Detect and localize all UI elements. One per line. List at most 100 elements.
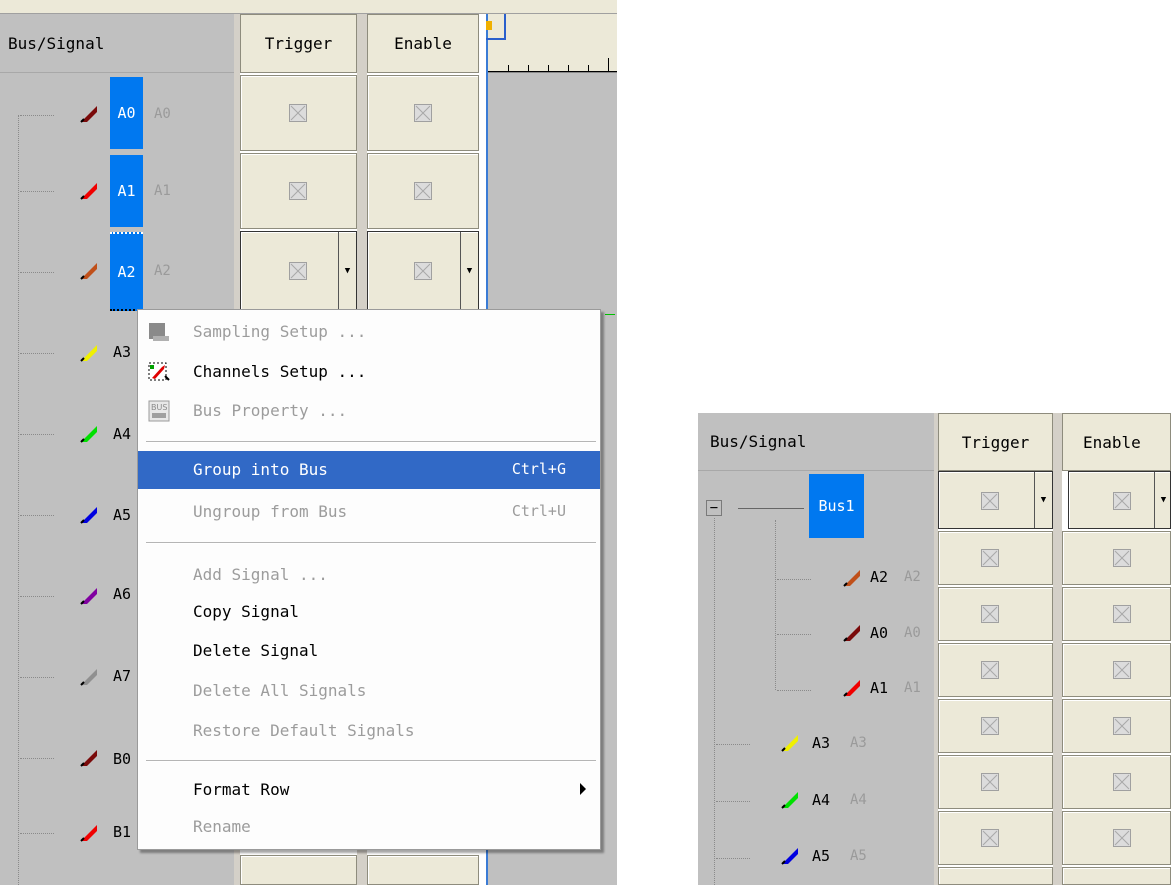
enable-cell[interactable]	[1062, 811, 1171, 865]
dropdown-arrow-icon[interactable]: ▼	[1034, 472, 1052, 528]
signal-name[interactable]: B0	[113, 750, 131, 768]
menu-item-channels-setup[interactable]: Channels Setup ...	[138, 353, 600, 391]
menu-item-sampling-setup[interactable]: Sampling Setup ...	[138, 313, 600, 351]
enable-dropdown[interactable]: ▼	[367, 231, 479, 311]
menu-item-delete-all-signals[interactable]: Delete All Signals	[138, 672, 600, 710]
trigger-header-label: Trigger	[961, 432, 1030, 452]
x-checkbox-icon	[1113, 717, 1131, 735]
trigger-cell[interactable]	[938, 811, 1053, 865]
signal-name[interactable]: A3	[113, 343, 131, 361]
enable-cell[interactable]	[1062, 755, 1171, 809]
menu-item-add-signal[interactable]: Add Signal ...	[138, 556, 600, 594]
signal-label-selected[interactable]: A0	[110, 77, 143, 149]
dropdown-arrow-icon[interactable]: ▼	[338, 232, 356, 310]
bus-property-icon: BUS	[148, 400, 170, 422]
signal-name[interactable]: A5	[812, 847, 830, 865]
trigger-cell[interactable]	[240, 75, 357, 151]
menu-item-restore-default-signals[interactable]: Restore Default Signals	[138, 712, 600, 750]
probe-icon	[80, 183, 97, 200]
enable-column-header[interactable]: Enable	[367, 14, 479, 73]
menu-separator	[146, 760, 596, 762]
enable-header-label: Enable	[1083, 432, 1141, 452]
enable-cell[interactable]	[1062, 643, 1171, 697]
trigger-cell[interactable]	[938, 755, 1053, 809]
enable-cell[interactable]	[1062, 867, 1171, 885]
x-checkbox-icon	[981, 829, 999, 847]
channels-setup-icon	[148, 362, 170, 381]
enable-cell[interactable]	[1062, 587, 1171, 641]
signal-label-selected[interactable]: A2	[110, 232, 143, 311]
dropdown-arrow-icon[interactable]: ▼	[1154, 472, 1171, 528]
trigger-header-label: Trigger	[264, 34, 333, 53]
signal-name[interactable]: A4	[113, 425, 131, 443]
menu-item-label: Delete All Signals	[193, 681, 367, 700]
trigger-cell[interactable]	[938, 531, 1053, 585]
probe-icon	[80, 507, 97, 524]
trigger-cell[interactable]	[938, 643, 1053, 697]
x-checkbox-icon	[981, 661, 999, 679]
enable-cell[interactable]	[367, 75, 479, 151]
menu-item-ungroup-from-bus[interactable]: Ungroup from Bus Ctrl+U	[138, 493, 600, 531]
signal-name[interactable]: A2	[870, 568, 888, 586]
probe-icon	[843, 570, 860, 587]
trigger-cell[interactable]	[938, 867, 1053, 885]
menu-item-copy-signal[interactable]: Copy Signal	[138, 593, 600, 631]
trigger-dropdown[interactable]: ▼	[240, 231, 357, 311]
menu-item-label: Restore Default Signals	[193, 721, 415, 740]
enable-cell[interactable]	[1062, 699, 1171, 753]
bus-signal-header-label: Bus/Signal	[8, 33, 105, 53]
signal-label-selected[interactable]: A1	[110, 155, 143, 227]
signal-alias: A4	[850, 792, 867, 808]
signal-name[interactable]: A1	[870, 679, 888, 697]
enable-dropdown[interactable]: ▼	[1068, 471, 1171, 529]
signal-name[interactable]: A6	[113, 585, 131, 603]
ruler-baseline	[488, 71, 617, 72]
signal-alias: A1	[904, 680, 921, 696]
x-checkbox-icon	[981, 717, 999, 735]
menu-item-shortcut: Ctrl+G	[511, 460, 566, 478]
menu-item-format-row[interactable]: Format Row	[138, 771, 600, 809]
signal-name[interactable]: A7	[113, 667, 131, 685]
signal-name[interactable]: A5	[113, 506, 131, 524]
trigger-cell[interactable]	[938, 699, 1053, 753]
x-checkbox-icon	[414, 104, 432, 122]
probe-icon	[80, 345, 97, 362]
trigger-cell[interactable]	[240, 153, 357, 229]
probe-icon	[843, 680, 860, 697]
tree-branch	[777, 579, 811, 580]
signal-alias: A5	[850, 848, 867, 864]
time-ruler[interactable]	[488, 14, 617, 73]
signal-name[interactable]: A3	[812, 734, 830, 752]
signal-name[interactable]: A4	[812, 791, 830, 809]
trigger-cell[interactable]	[240, 855, 357, 885]
probe-icon	[781, 735, 798, 752]
enable-cell[interactable]	[367, 855, 479, 885]
signal-name[interactable]: B1	[113, 823, 131, 841]
menu-item-rename[interactable]: Rename	[138, 808, 600, 846]
menu-item-delete-signal[interactable]: Delete Signal	[138, 632, 600, 670]
tree-branch	[20, 191, 54, 192]
enable-column-header[interactable]: Enable	[1062, 413, 1171, 471]
tree-line	[775, 520, 776, 690]
trigger-cell[interactable]	[938, 587, 1053, 641]
menu-item-label: Rename	[193, 817, 251, 836]
signal-name: A2	[117, 262, 136, 281]
menu-item-label: Delete Signal	[193, 641, 319, 660]
signal-name[interactable]: A0	[870, 624, 888, 642]
bus-label-selected[interactable]: Bus1	[809, 474, 864, 538]
collapse-toggle[interactable]: −	[706, 500, 722, 516]
tree-branch	[777, 690, 811, 691]
x-checkbox-icon	[289, 182, 307, 200]
menu-item-group-into-bus[interactable]: Group into Bus Ctrl+G	[138, 451, 600, 489]
bus-signal-header: Bus/Signal	[0, 14, 234, 73]
trigger-column-header[interactable]: Trigger	[240, 14, 357, 73]
x-checkbox-icon	[1113, 549, 1131, 567]
trigger-dropdown[interactable]: ▼	[938, 471, 1053, 529]
enable-cell[interactable]	[1062, 531, 1171, 585]
dropdown-arrow-icon[interactable]: ▼	[460, 232, 478, 310]
bus-connector-line	[738, 508, 804, 509]
enable-cell[interactable]	[367, 153, 479, 229]
menu-item-bus-property[interactable]: BUS Bus Property ...	[138, 392, 600, 430]
panel-gap	[1053, 413, 1062, 885]
trigger-column-header[interactable]: Trigger	[938, 413, 1053, 471]
